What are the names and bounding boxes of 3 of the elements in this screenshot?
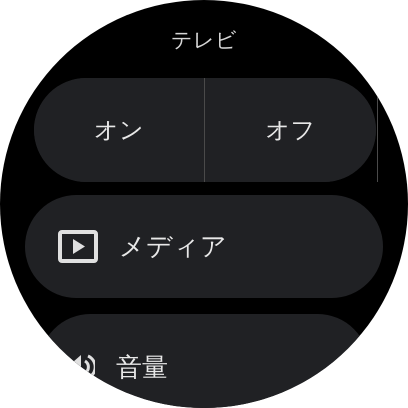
play-icon — [58, 230, 98, 263]
media-chip[interactable]: メディア — [25, 195, 383, 298]
screen-title: テレビ — [171, 27, 237, 54]
